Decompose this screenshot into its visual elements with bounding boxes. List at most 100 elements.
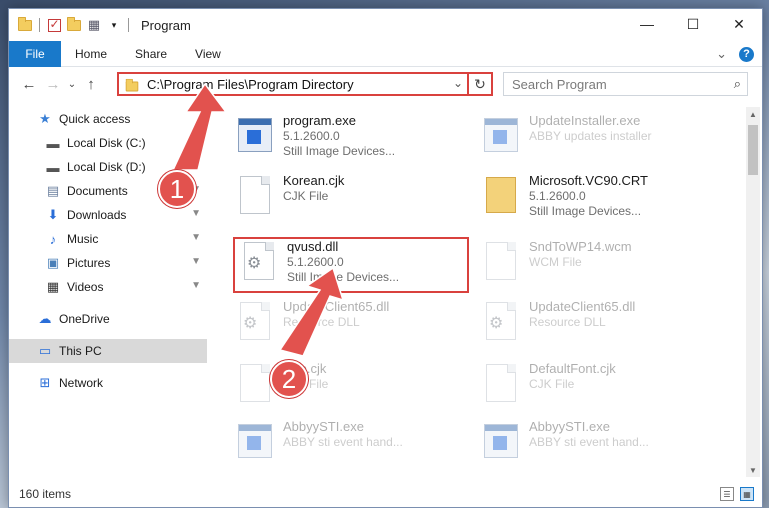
address-dropdown-icon[interactable]: ⌄ [453, 76, 463, 90]
maximize-button[interactable]: ☐ [670, 9, 716, 39]
file-item-program-exe[interactable]: program.exe 5.1.2600.0 Still Image Devic… [237, 113, 477, 169]
customize-toolbar-icon[interactable]: ▾ [106, 17, 122, 33]
callout-step-1: 1 [158, 170, 196, 208]
pictures-icon: ▣ [46, 255, 60, 270]
file-item-updateclient65-dll[interactable]: ⚙ UpdateClient65.dll Resource DLL [483, 299, 723, 355]
back-button[interactable]: ← [17, 72, 41, 96]
vertical-scrollbar[interactable]: ▲ ▼ [746, 107, 760, 477]
star-icon: ★ [39, 111, 51, 126]
navigation-pane: ★ Quick access ▬ Local Disk (C:) ▼ ▬ Loc… [9, 107, 207, 467]
expand-ribbon-icon[interactable]: ⌄ [716, 46, 727, 62]
status-bar: 160 items ☰ ▦ [9, 481, 762, 507]
file-name: UpdateClient65.dll [529, 299, 636, 314]
sidebar-item-videos[interactable]: ▦ Videos ▼ [9, 275, 207, 299]
sidebar-item-label: Pictures [67, 256, 111, 270]
tab-file[interactable]: File [9, 40, 61, 67]
view-options-icon[interactable]: ▦ [86, 17, 102, 33]
network-icon: ⊞ [39, 375, 51, 390]
sidebar-item-local-disk-c[interactable]: ▬ Local Disk (C:) ▼ [9, 131, 207, 155]
file-item-korean-cjk[interactable]: Korean.cjk CJK File [237, 173, 477, 229]
sidebar-item-quick-access[interactable]: ★ Quick access [9, 107, 207, 131]
scroll-down-icon[interactable]: ▼ [746, 463, 760, 477]
large-icons-view-icon[interactable]: ▦ [740, 487, 754, 501]
recent-locations-button[interactable]: ⌄ [65, 72, 79, 96]
file-item-abbyysti-exe[interactable]: AbbyySTI.exe ABBY sti event hand... [483, 419, 723, 475]
pin-icon[interactable]: ▼ [191, 208, 201, 219]
pin-icon[interactable]: ▼ [191, 136, 201, 147]
file-item-sndtowp14-wcm[interactable]: SndToWP14.wcm WCM File [483, 239, 723, 295]
up-button[interactable]: ↑ [79, 72, 103, 96]
document-icon [483, 239, 519, 283]
computer-icon: ▭ [38, 343, 52, 358]
executable-icon [237, 113, 273, 157]
tab-share[interactable]: Share [121, 47, 181, 61]
scroll-up-icon[interactable]: ▲ [746, 107, 760, 121]
properties-icon[interactable] [46, 17, 62, 33]
help-icon[interactable]: ? [739, 46, 754, 62]
details-view-icon[interactable]: ☰ [720, 487, 734, 501]
ribbon-right: ⌄ ? [716, 46, 754, 62]
file-type: WCM File [529, 255, 582, 269]
executable-icon [237, 419, 273, 463]
pin-icon[interactable]: ▼ [191, 256, 201, 267]
file-description: Still Image Devices... [283, 144, 396, 158]
divider [39, 18, 40, 32]
address-bar[interactable]: C:\Program Files\Program Directory ⌄ [117, 72, 469, 96]
music-icon: ♪ [49, 231, 57, 247]
executable-icon [483, 113, 519, 157]
sidebar-item-network[interactable]: ⊞ Network [9, 371, 207, 395]
navigation-bar: ← → ⌄ ↑ C:\Program Files\Program Directo… [9, 69, 762, 99]
forward-button[interactable]: → [41, 72, 65, 96]
sidebar-item-label: Local Disk (D:) [67, 160, 146, 174]
sidebar-item-onedrive[interactable]: ☁ OneDrive [9, 307, 207, 331]
file-type: Resource DLL [529, 315, 606, 329]
file-type: CJK File [283, 189, 329, 203]
sidebar-item-label: Music [67, 232, 99, 246]
document-icon [237, 361, 273, 405]
search-box[interactable]: ⌕ [503, 72, 748, 96]
new-folder-icon[interactable] [66, 16, 82, 33]
title-bar: ▦ ▾ Program — ☐ ✕ [9, 9, 762, 41]
divider [128, 18, 129, 32]
file-item-abbyysti-exe[interactable]: AbbyySTI.exe ABBY sti event hand... [237, 419, 477, 475]
file-type: Resource DLL [283, 315, 360, 329]
address-path: C:\Program Files\Program Directory [147, 76, 354, 92]
file-description: Still Image Devices... [529, 204, 642, 218]
file-item-updateinstaller-exe[interactable]: UpdateInstaller.exe ABBY updates install… [483, 113, 723, 169]
minimize-button[interactable]: — [624, 9, 670, 39]
sidebar-item-music[interactable]: ♪ Music ▼ [9, 227, 207, 251]
file-name: UpdateInstaller.exe [529, 113, 641, 128]
file-item-microsoft-vc90-crt[interactable]: Microsoft.VC90.CRT 5.1.2600.0 Still Imag… [483, 173, 723, 229]
video-icon: ▦ [46, 279, 60, 294]
sidebar-item-label: Quick access [59, 112, 131, 126]
sidebar-item-label: Network [59, 376, 104, 390]
search-input[interactable] [512, 76, 712, 92]
close-button[interactable]: ✕ [716, 9, 762, 39]
refresh-button[interactable]: ↻ [469, 72, 493, 96]
sidebar-item-this-pc[interactable]: ▭ This PC [9, 339, 207, 363]
explorer-window: ▦ ▾ Program — ☐ ✕ File Home Share View ⌄… [8, 8, 763, 508]
file-name: program.exe [283, 113, 356, 128]
file-item-defaultfont-cjk[interactable]: DefaultFont.cjk CJK File [483, 361, 723, 417]
pin-icon[interactable]: ▼ [191, 280, 201, 291]
tab-home[interactable]: Home [61, 47, 121, 61]
tab-view[interactable]: View [181, 47, 235, 61]
pin-icon[interactable]: ▼ [191, 160, 201, 171]
search-icon[interactable]: ⌕ [734, 76, 741, 92]
view-toggle: ☰ ▦ [720, 487, 754, 501]
folder-icon [17, 16, 33, 33]
download-icon: ⬇ [47, 207, 59, 222]
ribbon-tabs: File Home Share View ⌄ ? [9, 40, 762, 67]
file-name: AbbyySTI.exe [283, 419, 364, 434]
scroll-thumb[interactable] [748, 125, 758, 175]
file-item-updateclient65-dll[interactable]: ⚙ UpdateClient65.dll Resource DLL [237, 299, 477, 355]
file-name: Microsoft.VC90.CRT [529, 173, 648, 188]
sidebar-item-label: Documents [67, 184, 128, 198]
file-name: UpdateClient65.dll [283, 299, 390, 314]
file-name: DefaultFont.cjk [529, 361, 616, 376]
drive-icon: ▬ [46, 135, 60, 151]
pin-icon[interactable]: ▼ [191, 232, 201, 243]
documents-icon: ▤ [46, 183, 60, 198]
window-controls: — ☐ ✕ [624, 9, 762, 39]
sidebar-item-pictures[interactable]: ▣ Pictures ▼ [9, 251, 207, 275]
